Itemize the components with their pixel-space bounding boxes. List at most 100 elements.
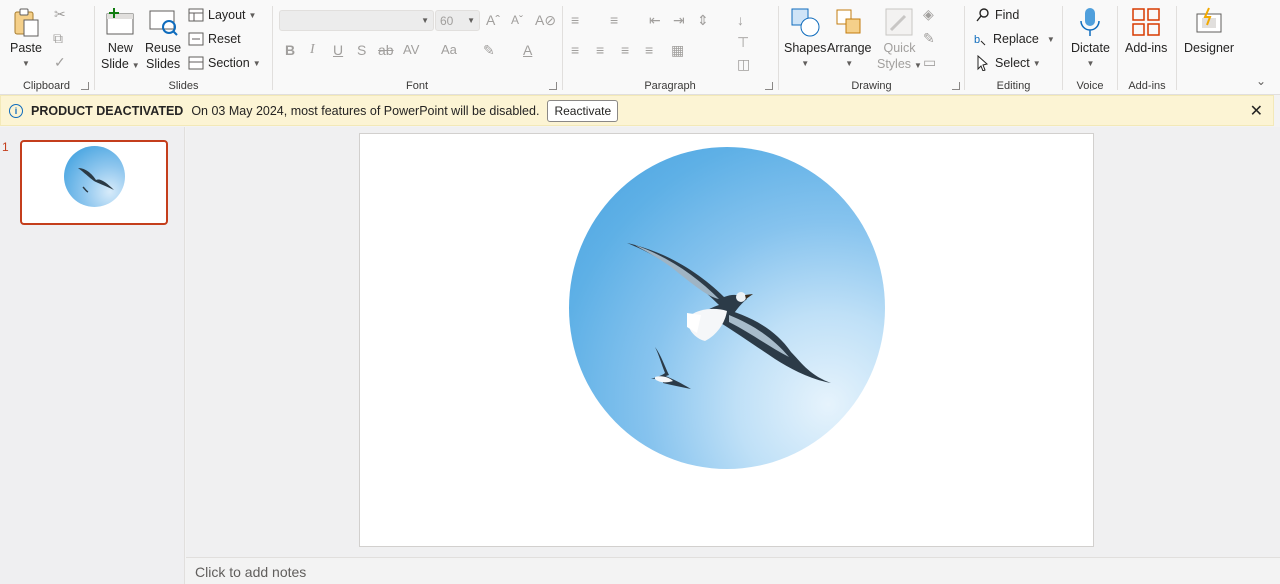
section-button[interactable]: Section ▼ [188, 53, 261, 73]
justify-icon[interactable]: ≡ [645, 42, 653, 58]
layout-label: Layout [208, 8, 246, 22]
slide-canvas[interactable] [359, 133, 1094, 547]
reset-icon [188, 31, 204, 47]
increase-indent-icon[interactable]: ⇥ [673, 12, 685, 29]
font-name-input[interactable]: ▼ [279, 10, 434, 31]
close-icon[interactable]: ✕ [1250, 101, 1263, 121]
columns-icon[interactable]: ▦ [671, 42, 684, 59]
dictate-button[interactable]: Dictate ▼ [1071, 6, 1110, 72]
font-size-caret-icon[interactable]: ▼ [467, 16, 475, 25]
infobar-title: PRODUCT DEACTIVATED [31, 103, 184, 118]
text-direction-icon[interactable]: ↓ [737, 12, 744, 28]
text-shadow-icon[interactable]: S [357, 42, 366, 58]
highlight-color-icon[interactable]: ✎ [483, 42, 495, 59]
search-icon [975, 7, 991, 23]
reactivate-button[interactable]: Reactivate [547, 99, 619, 122]
clear-formatting-icon[interactable]: A⊘ [535, 12, 556, 29]
align-left-icon[interactable]: ≡ [571, 42, 579, 58]
font-name-caret-icon[interactable]: ▼ [421, 16, 429, 25]
select-label: Select [995, 56, 1030, 70]
reset-button[interactable]: Reset [188, 29, 241, 49]
svg-text:b: b [974, 34, 980, 46]
drawing-launcher-icon[interactable] [952, 82, 960, 90]
shape-outline-icon[interactable]: ✎ [923, 30, 935, 47]
font-size-input[interactable]: 60 ▼ [435, 10, 480, 31]
clipboard-group-label: Clipboard [22, 80, 71, 92]
shape-fill-icon[interactable]: ◈ [923, 6, 934, 23]
arrange-caret-icon: ▼ [845, 59, 854, 68]
select-button[interactable]: Select ▼ [975, 53, 1041, 73]
thumbnail-photo [64, 146, 125, 207]
clipboard-launcher-icon[interactable] [81, 82, 89, 90]
layout-button[interactable]: Layout ▼ [188, 5, 256, 25]
change-case-icon[interactable]: Aa [441, 42, 457, 57]
line-spacing-icon[interactable]: ⇕ [697, 12, 709, 29]
character-spacing-icon[interactable]: AV [403, 42, 419, 57]
paragraph-launcher-icon[interactable] [765, 82, 773, 90]
new-slide-label-line1: New [107, 41, 133, 55]
replace-icon: b [973, 31, 989, 47]
new-slide-label-line2: Slide ▼ [101, 56, 140, 74]
addins-button[interactable]: Add-ins [1125, 6, 1167, 56]
bold-icon[interactable]: B [285, 42, 295, 58]
align-text-icon[interactable]: ⊤ [737, 34, 749, 51]
increase-font-size-icon[interactable]: Aˆ [486, 12, 500, 28]
font-color-icon[interactable]: A [523, 42, 532, 58]
dictate-caret-icon: ▼ [1086, 59, 1095, 68]
paragraph-group-label: Paragraph [644, 80, 696, 92]
find-button[interactable]: Find [975, 5, 1019, 25]
quick-styles-text: Styles [877, 57, 912, 71]
reset-label: Reset [208, 32, 241, 46]
shapes-caret-icon: ▼ [801, 59, 810, 68]
format-painter-icon[interactable]: ✓ [54, 54, 66, 71]
designer-label: Designer [1184, 41, 1235, 55]
replace-caret-icon: ▼ [1046, 34, 1055, 44]
find-label: Find [995, 8, 1020, 22]
addins-group-label: Add-ins [1128, 80, 1166, 92]
notes-pane[interactable]: Click to add notes [186, 557, 1280, 584]
ribbon: Paste ▼ ✂ ⧉ ✓ Clipboard New Slide ▼ Reuse… [0, 0, 1280, 95]
copy-icon[interactable]: ⧉ [53, 30, 63, 47]
decrease-indent-icon[interactable]: ⇤ [649, 12, 661, 29]
replace-button[interactable]: b Replace ▼ [973, 29, 1055, 49]
shapes-button[interactable]: Shapes ▼ [784, 6, 826, 72]
arrange-icon [833, 6, 865, 38]
decrease-font-size-icon[interactable]: Aˇ [511, 13, 523, 27]
font-launcher-icon[interactable] [549, 82, 557, 90]
reuse-slides-button[interactable]: Reuse Slides [145, 6, 181, 72]
cut-icon[interactable]: ✂ [54, 6, 66, 23]
quick-styles-label-line2: Styles ▼ [877, 56, 922, 74]
numbering-icon[interactable]: ≡ [610, 12, 618, 28]
arrange-button[interactable]: Arrange ▼ [827, 6, 871, 72]
new-slide-caret-icon: ▼ [131, 61, 140, 70]
product-deactivated-infobar: i PRODUCT DEACTIVATED On 03 May 2024, mo… [0, 95, 1274, 126]
select-caret-icon: ▼ [1032, 58, 1041, 68]
designer-group: Designer [1177, 0, 1237, 95]
font-size-value: 60 [440, 14, 454, 28]
bullets-icon[interactable]: ≡ [571, 12, 579, 28]
align-right-icon[interactable]: ≡ [621, 42, 629, 58]
underline-icon[interactable]: U [333, 42, 343, 58]
shape-effects-icon[interactable]: ▭ [923, 54, 936, 71]
addins-icon [1130, 6, 1162, 38]
smartart-icon[interactable]: ◫ [737, 56, 750, 73]
slide-thumbnail[interactable] [20, 140, 168, 225]
italic-icon[interactable]: I [310, 42, 315, 58]
seagull-photo[interactable] [569, 147, 885, 469]
new-slide-text: Slide [101, 57, 129, 71]
align-center-icon[interactable]: ≡ [596, 42, 604, 58]
drawing-group: Shapes ▼ Arrange ▼ Quick Styles ▼ ◈ ✎ ▭ D… [779, 0, 964, 95]
editing-group-label: Editing [996, 80, 1031, 92]
paste-button[interactable]: Paste ▼ [10, 6, 42, 72]
arrange-label: Arrange [827, 41, 872, 55]
slides-group: New Slide ▼ Reuse Slides Layout ▼ Reset Se… [95, 0, 272, 95]
quick-styles-button[interactable]: Quick Styles ▼ [877, 6, 922, 74]
strikethrough-icon[interactable]: ab [378, 42, 394, 58]
ribbon-collapse-chevron-icon[interactable]: ⌄ [1256, 74, 1266, 88]
designer-button[interactable]: Designer [1184, 6, 1234, 56]
section-label: Section [208, 56, 250, 70]
new-slide-button[interactable]: New Slide ▼ [101, 6, 140, 74]
dictate-label: Dictate [1071, 41, 1110, 55]
paste-caret-icon[interactable]: ▼ [22, 56, 30, 72]
drawing-group-label: Drawing [851, 80, 892, 92]
